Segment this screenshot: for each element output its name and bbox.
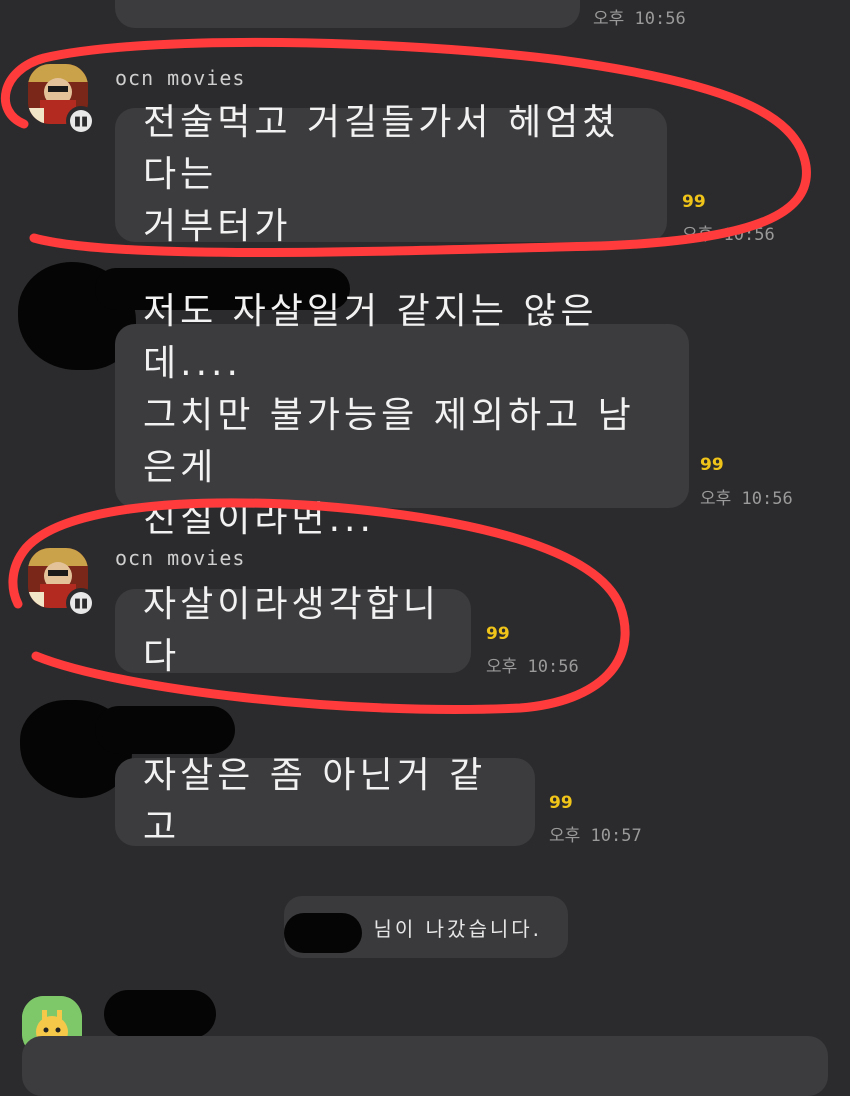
group-badge-icon: ▮▮ bbox=[66, 588, 96, 618]
message-bubble[interactable]: 저도 자살일거 같지는 않은데.... 그치만 불가능을 제외하고 남은게 진실… bbox=[115, 291, 689, 540]
system-notice-text: 님이 나갔습니다. bbox=[373, 916, 542, 941]
message-bubble[interactable]: 전술먹고 거길들가서 헤엄쳤다는 거부터가 bbox=[115, 102, 667, 247]
unread-count: 99 bbox=[486, 624, 510, 644]
unread-count: 99 bbox=[700, 455, 724, 475]
redacted-name bbox=[104, 990, 216, 1038]
message-bubble[interactable]: 자살이라생각합니다 bbox=[115, 584, 471, 677]
redacted-name bbox=[95, 706, 235, 754]
redacted-name bbox=[284, 913, 362, 953]
message-time: 오후 10:56 bbox=[682, 225, 775, 245]
unread-count: 99 bbox=[549, 793, 573, 813]
message-time: 오후 10:56 bbox=[593, 9, 686, 29]
message-time: 오후 10:56 bbox=[700, 489, 793, 509]
message-bubble[interactable]: 자살은 좀 아닌거 같고 bbox=[115, 755, 535, 848]
sender-name: ocn movies bbox=[115, 546, 246, 570]
sender-name: ocn movies bbox=[115, 66, 246, 90]
group-badge-icon: ▮▮ bbox=[66, 106, 96, 136]
message-time: 오후 10:56 bbox=[486, 657, 579, 677]
message-bubble[interactable] bbox=[115, 0, 580, 28]
message-time: 오후 10:57 bbox=[549, 826, 642, 846]
chat-room-view: 오후 10:56 ▮▮ ocn movies 전술먹고 거길들가서 헤엄쳤다는 … bbox=[0, 0, 850, 1096]
message-bubble[interactable] bbox=[22, 1036, 828, 1096]
unread-count: 99 bbox=[682, 192, 706, 212]
